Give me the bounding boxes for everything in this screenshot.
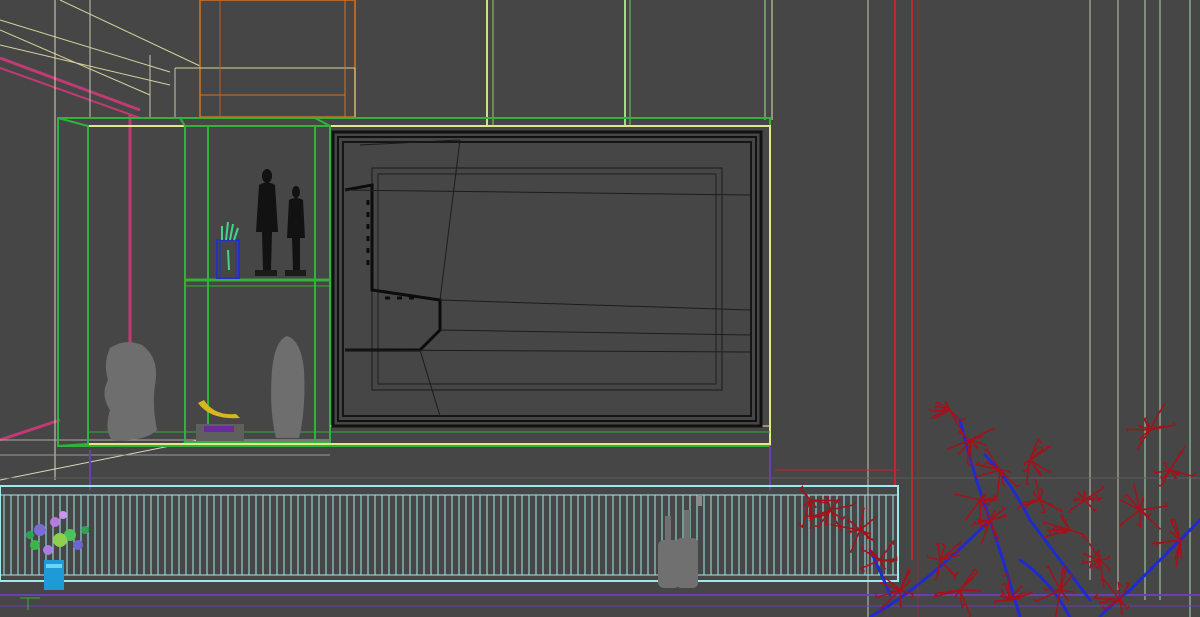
leaf [1068, 499, 1086, 513]
horn-ornament[interactable] [196, 400, 244, 441]
leaf [993, 469, 1001, 498]
leaf [979, 498, 1000, 501]
leaf [1162, 462, 1171, 471]
leaf [1119, 499, 1141, 511]
ceiling-box[interactable] [175, 0, 356, 118]
leaf [1169, 446, 1186, 471]
leaf [1139, 495, 1145, 511]
leaf [829, 509, 843, 532]
leaf [879, 558, 892, 562]
leaf [1029, 459, 1052, 474]
leaf [879, 559, 887, 570]
leaf [1069, 529, 1085, 539]
pen-holder[interactable] [216, 221, 240, 279]
leaf [1099, 554, 1111, 561]
leaf [994, 599, 1011, 605]
leaf [1029, 459, 1042, 477]
tv-panel[interactable] [331, 130, 763, 428]
leaf [879, 581, 901, 591]
leaf [964, 499, 981, 522]
decor-plant[interactable] [26, 511, 89, 590]
leaf [1139, 509, 1162, 530]
leaf [1084, 499, 1098, 512]
leaf [859, 529, 875, 543]
bottles[interactable] [658, 496, 702, 588]
leaf [1126, 428, 1151, 432]
leaf [953, 493, 981, 501]
sofa-stripes [3, 495, 894, 575]
floor-marker [20, 597, 40, 610]
leaf [939, 559, 957, 581]
leaf [935, 542, 941, 561]
leaf [879, 539, 895, 561]
leaf [1039, 499, 1064, 513]
display-cabinet[interactable] [57, 117, 771, 447]
tv-dashes [366, 200, 414, 300]
leaf [959, 589, 982, 593]
wireframe-scene[interactable] [0, 0, 1200, 617]
statue-icon [285, 186, 306, 276]
sculpture[interactable] [104, 342, 157, 441]
plant-icon [26, 511, 89, 555]
statue-icon [255, 169, 278, 276]
leaf [850, 529, 861, 554]
leaf [1139, 502, 1169, 511]
upper-panels [486, 0, 773, 125]
leaf [969, 428, 995, 441]
tree-plant[interactable] [797, 400, 1200, 617]
leaf [989, 519, 1000, 542]
vase[interactable] [271, 336, 305, 438]
3d-viewport[interactable] [0, 0, 1200, 617]
leaf [975, 469, 1001, 478]
leaf [959, 568, 979, 591]
leaf [926, 554, 941, 561]
sofa[interactable] [0, 485, 899, 582]
figurines[interactable] [255, 169, 306, 276]
